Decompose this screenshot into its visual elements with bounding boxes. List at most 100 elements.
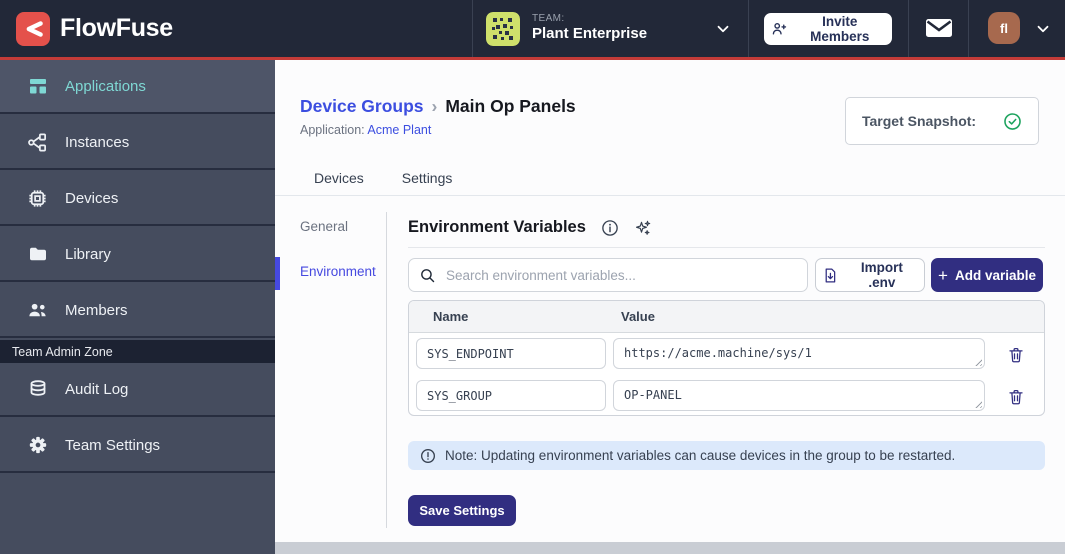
team-settings-gear-icon	[27, 435, 48, 456]
application-link[interactable]: Acme Plant	[367, 123, 431, 137]
notifications-mail-icon[interactable]	[925, 16, 953, 40]
column-header-name: Name	[433, 309, 469, 324]
topbar-divider	[472, 0, 473, 57]
tab-settings[interactable]: Settings	[398, 168, 457, 188]
user-avatar[interactable]: fl	[988, 12, 1020, 44]
flowfuse-app: FlowFuse TEAM: Plant Enterprise Invite M…	[0, 0, 1065, 554]
add-variable-label: Add variable	[954, 267, 1036, 283]
brand[interactable]: FlowFuse	[16, 0, 173, 57]
env-variables-table: Name Value https://acme.machine/sys/1	[408, 300, 1045, 416]
user-menu-chevron-down-icon[interactable]	[1034, 20, 1052, 38]
add-variable-button[interactable]: + Add variable	[931, 258, 1043, 292]
team-name: Plant Enterprise	[532, 25, 648, 43]
sidebar-item-label: Instances	[65, 133, 130, 151]
env-header-rule	[408, 247, 1045, 248]
env-table-header: Name Value	[409, 301, 1044, 333]
alert-circle-icon	[421, 448, 435, 463]
user-add-icon	[772, 22, 787, 35]
application-label: Application:	[300, 123, 365, 137]
snapshot-check-circle-icon	[1004, 112, 1021, 130]
restart-note-banner: Note: Updating environment variables can…	[408, 441, 1045, 470]
sidebar-item-instances[interactable]: Instances	[0, 116, 275, 170]
topbar-divider	[968, 0, 969, 57]
document-download-icon	[825, 268, 836, 282]
team-label: TEAM:	[532, 12, 565, 24]
sidebar-item-devices[interactable]: Devices	[0, 172, 275, 226]
devices-icon	[27, 188, 48, 209]
sidebar-item-label: Applications	[65, 77, 146, 95]
env-table-row: OP-PANEL	[409, 375, 1044, 415]
sidebar-item-members[interactable]: Members	[0, 284, 275, 338]
team-meta: TEAM: Plant Enterprise	[532, 13, 647, 44]
team-chevron-down-icon[interactable]	[714, 20, 732, 38]
tab-devices[interactable]: Devices	[310, 168, 368, 188]
env-name-input[interactable]	[416, 380, 606, 411]
applications-icon	[27, 76, 48, 97]
library-folder-icon	[27, 244, 48, 265]
search-icon	[421, 268, 435, 282]
breadcrumb-device-groups-link[interactable]: Device Groups	[300, 96, 424, 117]
members-users-icon	[27, 300, 48, 321]
env-value-textarea[interactable]: OP-PANEL	[613, 380, 985, 411]
sidebar-item-label: Team Settings	[65, 436, 161, 454]
env-name-input[interactable]	[416, 338, 606, 369]
breadcrumb-current: Main Op Panels	[445, 96, 576, 116]
target-snapshot-box: Target Snapshot:	[845, 97, 1039, 145]
horizontal-scrollbar[interactable]	[275, 542, 1065, 554]
sidebar-item-applications[interactable]: Applications	[0, 60, 275, 114]
sidebar-item-team-settings[interactable]: Team Settings	[0, 419, 275, 473]
plus-icon: +	[938, 265, 948, 285]
env-search-box	[408, 258, 808, 292]
team-admin-zone-header: Team Admin Zone	[0, 340, 275, 363]
invite-members-button[interactable]: Invite Members	[764, 13, 892, 45]
env-search-input[interactable]	[444, 266, 797, 284]
subnav-active-indicator	[275, 257, 280, 290]
env-value-wrap: OP-PANEL	[613, 380, 985, 411]
save-settings-button[interactable]: Save Settings	[408, 495, 516, 526]
env-variables-title: Environment Variables	[408, 218, 586, 236]
sidebar: Applications Instances Devices Library M…	[0, 60, 275, 554]
top-navbar: FlowFuse TEAM: Plant Enterprise Invite M…	[0, 0, 1065, 57]
sidebar-item-library[interactable]: Library	[0, 228, 275, 282]
sidebar-item-label: Library	[65, 245, 111, 263]
subnav-divider	[386, 212, 387, 528]
restart-note-text: Note: Updating environment variables can…	[445, 448, 956, 463]
topbar-divider	[748, 0, 749, 57]
main-content: Device Groups › Main Op Panels Applicati…	[275, 60, 1065, 554]
sidebar-item-label: Devices	[65, 189, 119, 207]
instances-icon	[27, 132, 48, 153]
topbar-divider	[908, 0, 909, 57]
trash-icon	[1009, 347, 1023, 363]
subnav-item-general[interactable]: General	[300, 219, 348, 234]
invite-members-label: Invite Members	[810, 14, 870, 44]
application-line: Application: Acme Plant	[300, 123, 431, 137]
team-admin-zone-label: Team Admin Zone	[12, 344, 113, 359]
import-env-label: Import .env	[860, 260, 903, 290]
team-avatar	[486, 11, 520, 46]
breadcrumb-separator: ›	[431, 96, 438, 116]
env-table-row: https://acme.machine/sys/1	[409, 333, 1044, 375]
trash-icon	[1009, 389, 1023, 405]
tab-bar-rule	[275, 195, 1065, 196]
env-value-textarea[interactable]: https://acme.machine/sys/1	[613, 338, 985, 369]
delete-variable-button[interactable]	[1005, 344, 1027, 366]
env-value-wrap: https://acme.machine/sys/1	[613, 338, 985, 369]
sidebar-item-label: Members	[65, 301, 128, 319]
target-snapshot-label: Target Snapshot:	[862, 113, 977, 129]
flowfuse-logo-icon	[16, 11, 50, 46]
brand-title: FlowFuse	[60, 14, 173, 42]
sidebar-item-label: Audit Log	[65, 380, 129, 398]
env-variables-header: Environment Variables	[408, 218, 652, 237]
import-env-button[interactable]: Import .env	[815, 258, 925, 292]
subnav-item-environment[interactable]: Environment	[300, 264, 376, 279]
info-icon[interactable]	[601, 219, 619, 237]
sidebar-item-audit-log[interactable]: Audit Log	[0, 363, 275, 417]
audit-log-database-icon	[27, 379, 48, 400]
breadcrumb: Device Groups › Main Op Panels	[300, 96, 576, 117]
sparkles-icon[interactable]	[634, 219, 652, 237]
column-header-value: Value	[621, 309, 655, 324]
user-avatar-initials: fl	[1000, 20, 1008, 36]
team-switcher[interactable]: TEAM: Plant Enterprise	[486, 0, 647, 57]
delete-variable-button[interactable]	[1005, 386, 1027, 408]
tab-bar: Devices Settings	[310, 168, 456, 188]
